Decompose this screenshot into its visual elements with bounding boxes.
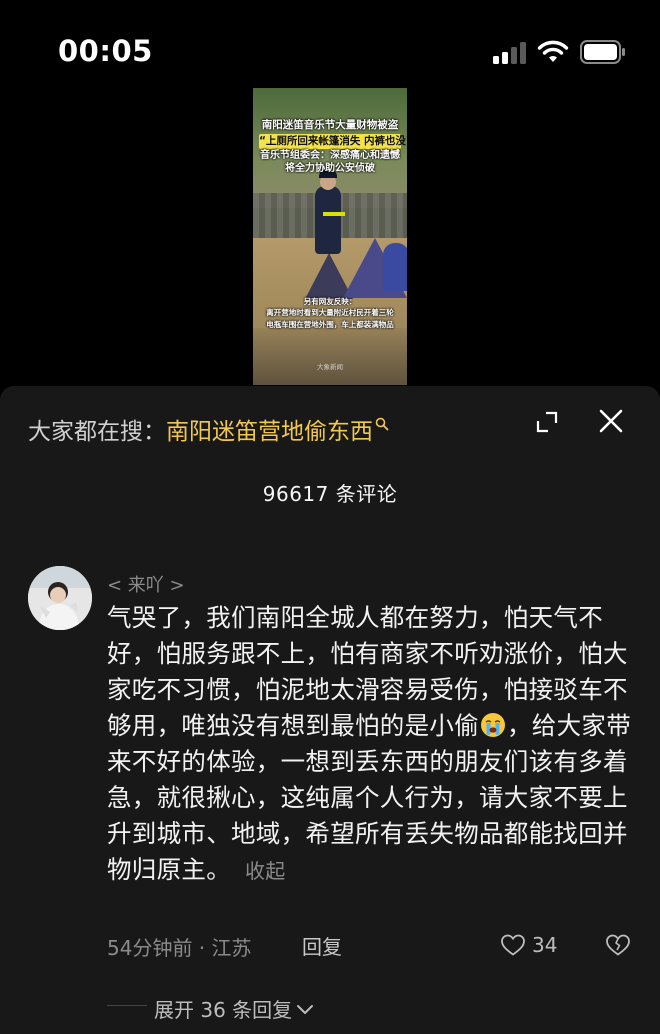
chevron-down-icon [297, 1004, 314, 1014]
comment-username[interactable]: < 来吖 > [107, 571, 185, 597]
trending-search[interactable]: 大家都在搜：南阳迷笛营地偷东西 [28, 412, 389, 446]
comment-panel: 大家都在搜：南阳迷笛营地偷东西 96617 条评论 < 来吖 > 气哭了，我们南… [0, 386, 660, 1034]
video-thumbnail[interactable]: 南阳迷笛音乐节大量财物被盗 “上厕所回来帐篷消失 内裤也没了” 音乐节组委会：深… [253, 88, 407, 385]
collapse-button[interactable]: 收起 [245, 859, 286, 883]
expand-replies-label: 展开 36 条回复 [154, 998, 293, 1022]
status-time: 00:05 [58, 34, 153, 68]
comment-count: 96617 条评论 [262, 482, 398, 506]
reply-button[interactable]: 回复 [302, 931, 342, 960]
trending-search-prefix: 大家都在搜： [28, 419, 166, 445]
like-count: 34 [532, 933, 558, 957]
wifi-icon [537, 40, 569, 62]
video-watermark: 大象新闻 [317, 363, 343, 371]
video-caption-line1: 另有网友反映： [303, 297, 357, 306]
video-caption-line3: 电瓶车围在营地外围，车上都装满物品 [266, 320, 394, 329]
battery-icon [580, 40, 625, 64]
video-title-line2: “上厕所回来帐篷消失 内裤也没了” [259, 134, 407, 149]
close-icon[interactable] [598, 408, 624, 434]
divider [107, 1005, 147, 1006]
video-title-line3: 音乐节组委会：深感痛心和遗憾 [260, 150, 400, 161]
signal-icon [493, 42, 529, 64]
video-title-line1: 南阳迷笛音乐节大量财物被盗 [261, 119, 399, 131]
status-bar: 00:05 [0, 0, 660, 100]
search-icon[interactable] [375, 417, 389, 431]
comment-text: 气哭了，我们南阳全城人都在努力，怕天气不好，怕服务跟不上，怕有商家不听劝涨价，怕… [107, 600, 632, 889]
broken-heart-icon[interactable] [605, 932, 631, 958]
expand-replies-button[interactable]: 展开 36 条回复 [154, 994, 314, 1023]
comment-meta: 54分钟前 · 江苏 [107, 936, 252, 960]
video-title-line4: 将全力协助公安侦破 [285, 163, 375, 174]
like-button[interactable]: 34 [500, 932, 557, 958]
expand-icon[interactable] [535, 410, 559, 434]
trending-search-keyword[interactable]: 南阳迷笛营地偷东西 [166, 419, 373, 445]
video-caption-line2: 离开营地时看到大量附近村民开着三轮 [266, 308, 394, 317]
heart-icon [501, 934, 525, 956]
crying-emoji-icon [481, 713, 505, 737]
avatar[interactable] [28, 566, 92, 630]
